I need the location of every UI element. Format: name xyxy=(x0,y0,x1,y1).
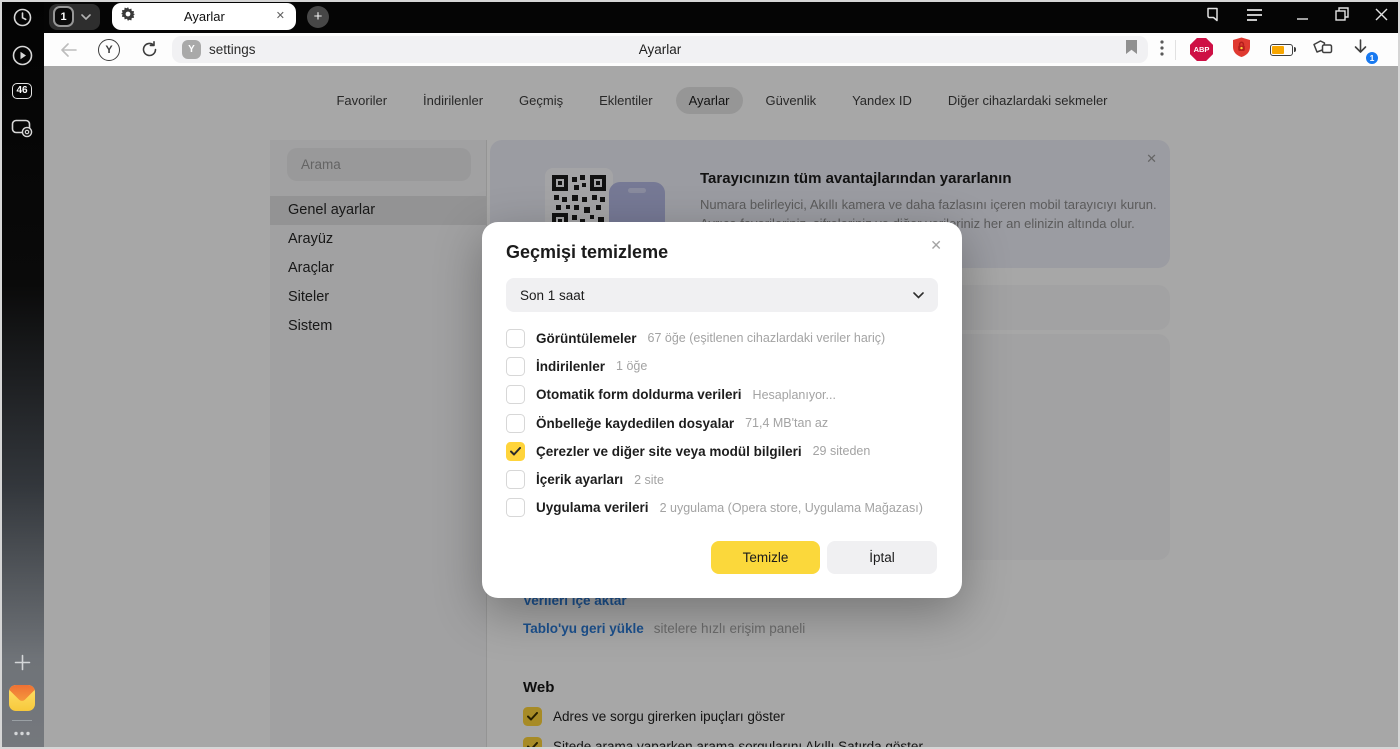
time-range-value: Son 1 saat xyxy=(520,288,913,303)
omnibox[interactable]: Y settings Ayarlar xyxy=(172,36,1148,63)
tab-counter-badge[interactable]: 46 xyxy=(0,80,44,102)
browser-side-rail: 46 xyxy=(0,0,44,749)
chevron-down-icon[interactable] xyxy=(74,14,98,20)
tab-groups-icon[interactable] xyxy=(1312,39,1333,61)
checkbox-checked-icon xyxy=(506,442,525,461)
clear-item-indirilenler[interactable]: İndirilenler 1 öğe xyxy=(506,352,938,380)
window-close-icon[interactable] xyxy=(1375,8,1388,26)
chevron-down-icon xyxy=(913,286,924,304)
active-tab[interactable]: Ayarlar ✕ xyxy=(112,3,296,30)
site-favicon: Y xyxy=(182,40,201,59)
checkbox-unchecked-icon xyxy=(506,414,525,433)
dialog-title: Geçmişi temizleme xyxy=(506,242,668,263)
toolbar-divider xyxy=(1175,40,1176,60)
new-tab-button[interactable]: + xyxy=(307,6,329,28)
clear-item-onbellek[interactable]: Önbelleğe kaydedilen dosyalar 71,4 MB'ta… xyxy=(506,409,938,437)
clear-history-dialog: ✕ Geçmişi temizleme Son 1 saat Görüntüle… xyxy=(482,222,962,598)
checkbox-unchecked-icon xyxy=(506,385,525,404)
battery-saver-icon[interactable] xyxy=(1270,44,1293,56)
back-icon[interactable] xyxy=(54,43,82,57)
checkbox-unchecked-icon xyxy=(506,329,525,348)
clear-item-icerik-ayarlari[interactable]: İçerik ayarları 2 site xyxy=(506,465,938,493)
rail-divider xyxy=(0,719,44,722)
omnibox-more-icon[interactable] xyxy=(1160,40,1164,59)
time-range-select[interactable]: Son 1 saat xyxy=(506,278,938,312)
panels-bookmark-icon[interactable] xyxy=(1204,6,1221,28)
clear-item-uygulama-verileri[interactable]: Uygulama verileri 2 uygulama (Opera stor… xyxy=(506,494,938,522)
clear-item-cerezler[interactable]: Çerezler ve diğer site veya modül bilgil… xyxy=(506,437,938,465)
checkbox-unchecked-icon xyxy=(506,498,525,517)
menu-hamburger-icon[interactable] xyxy=(1247,8,1262,26)
url-text: settings xyxy=(209,42,256,57)
clear-button[interactable]: Temizle xyxy=(711,541,820,574)
gear-icon xyxy=(121,7,135,26)
bookmark-icon[interactable] xyxy=(1125,39,1138,60)
history-icon[interactable] xyxy=(0,6,44,28)
window-minimize-icon[interactable] xyxy=(1296,8,1309,26)
protect-shield-icon[interactable] xyxy=(1232,37,1251,63)
clear-item-goruntulemeler[interactable]: Görüntülemeler 67 öğe (eşitlenen cihazla… xyxy=(506,324,938,352)
tab-bar: 1 Ayarlar ✕ + xyxy=(44,0,1400,33)
yandex-mail-app-icon[interactable] xyxy=(0,685,44,711)
rail-more-icon[interactable] xyxy=(0,726,44,740)
tab-group-chip[interactable]: 1 xyxy=(49,4,100,30)
address-bar: Y Y settings Ayarlar ABP 1 xyxy=(44,33,1400,66)
rail-add-icon[interactable] xyxy=(0,651,44,673)
yandex-account-icon[interactable]: Y xyxy=(98,39,120,61)
checkbox-unchecked-icon xyxy=(506,357,525,376)
window-restore-icon[interactable] xyxy=(1335,7,1349,26)
reload-icon[interactable] xyxy=(137,41,161,58)
tab-close-icon[interactable]: ✕ xyxy=(274,9,287,24)
clear-item-form-verileri[interactable]: Otomatik form doldurma verileri Hesaplan… xyxy=(506,381,938,409)
play-sessions-icon[interactable] xyxy=(0,44,44,66)
tab-group-count-badge: 1 xyxy=(53,6,74,27)
tab-title: Ayarlar xyxy=(135,9,274,24)
adblock-plus-icon[interactable]: ABP xyxy=(1190,38,1213,61)
clear-items-list: Görüntülemeler 67 öğe (eşitlenen cihazla… xyxy=(506,324,938,522)
cancel-button[interactable]: İptal xyxy=(827,541,937,574)
checkbox-unchecked-icon xyxy=(506,470,525,489)
downloads-count-badge: 1 xyxy=(1365,51,1379,65)
settings-page: Favoriler İndirilenler Geçmiş Eklentiler… xyxy=(44,66,1400,749)
dialog-close-icon[interactable]: ✕ xyxy=(927,234,945,257)
omnibox-page-title: Ayarlar xyxy=(172,42,1148,57)
downloads-icon[interactable]: 1 xyxy=(1352,39,1374,61)
screenshot-tab-icon[interactable] xyxy=(0,116,44,140)
